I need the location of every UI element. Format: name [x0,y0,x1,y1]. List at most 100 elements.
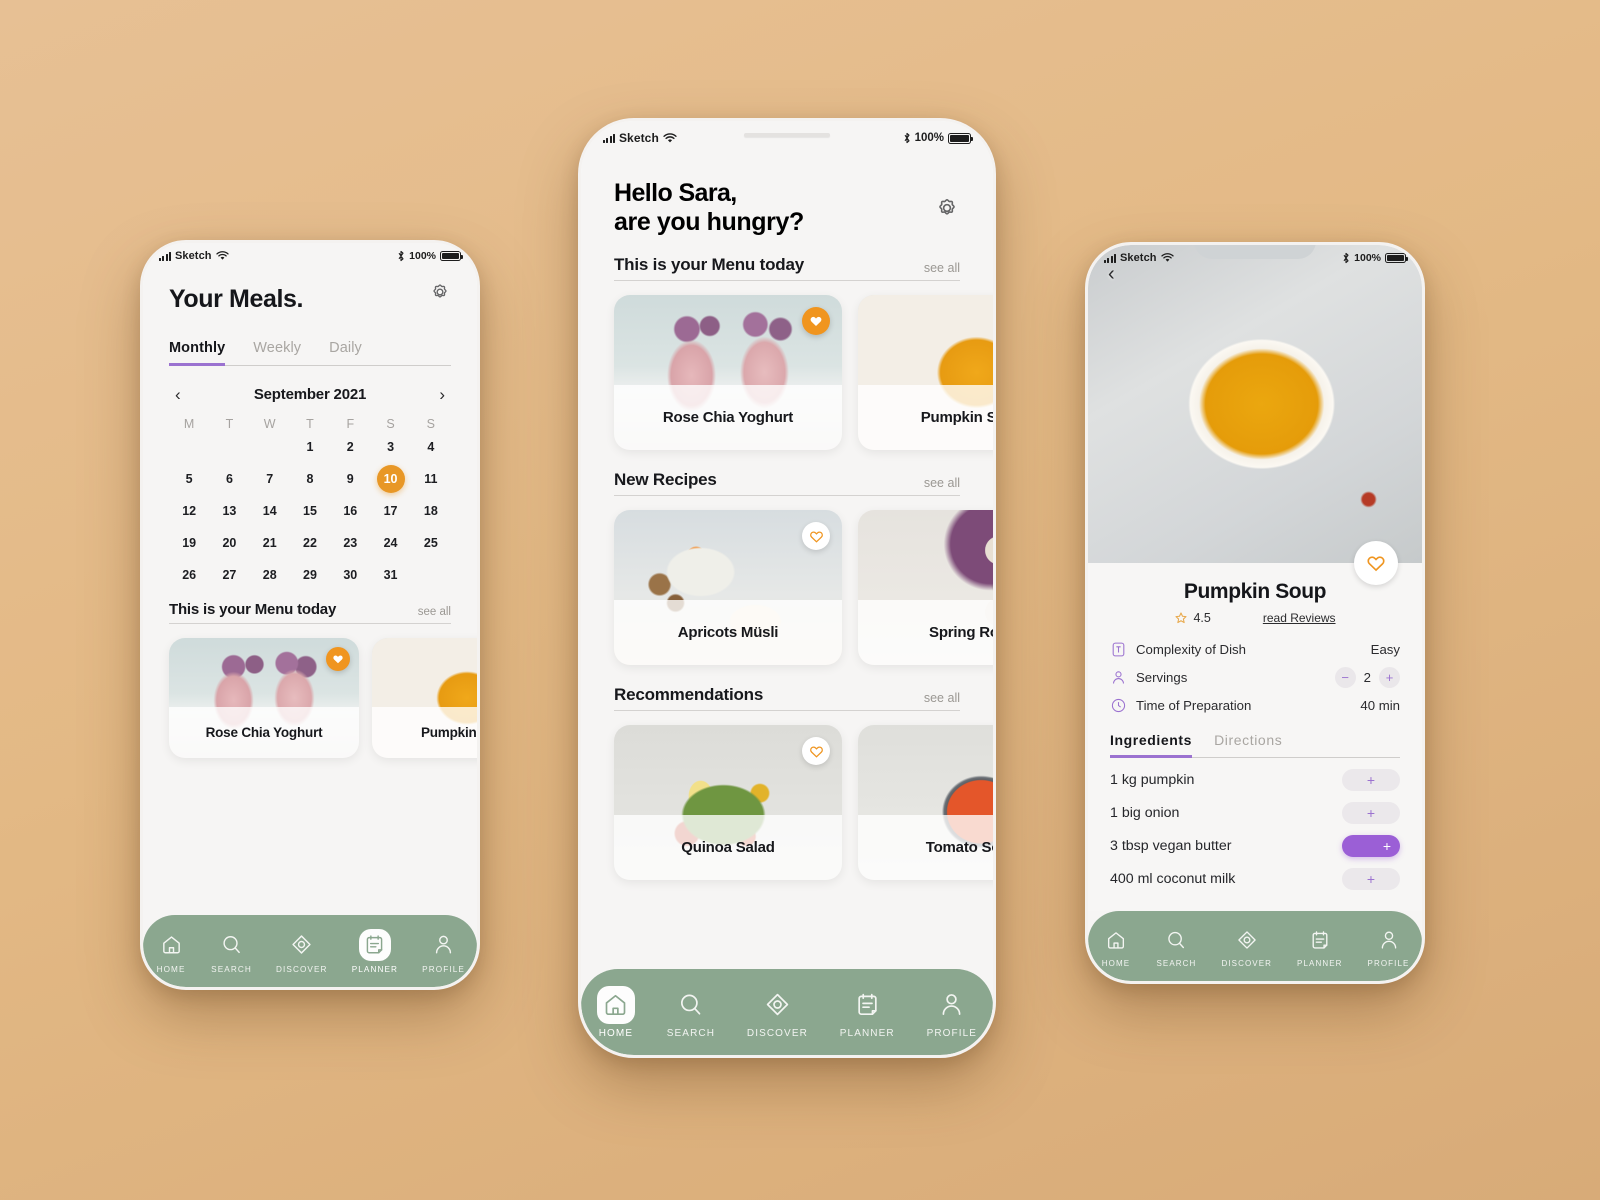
tab-monthly[interactable]: Monthly [169,340,226,366]
calendar-day[interactable]: 15 [290,495,330,527]
calendar-day[interactable]: 16 [330,495,370,527]
recipe-card[interactable]: Apricots Müsli [614,510,842,665]
calendar-day[interactable]: 13 [209,495,249,527]
nav-item-profile[interactable]: PROFILE [422,929,465,974]
tab-directions[interactable]: Directions [1214,732,1282,757]
calendar-day[interactable]: 6 [209,463,249,495]
phone1-recipe-cards[interactable]: Rose Chia Yoghurt Pumpkin Soup [169,637,477,758]
calendar-day[interactable]: 27 [209,559,249,591]
tab-ingredients[interactable]: Ingredients [1110,732,1193,758]
calendar-day[interactable]: 18 [411,495,451,527]
nav-item-planner[interactable]: PLANNER [1297,924,1343,968]
calendar-day[interactable]: 14 [250,495,290,527]
favorite-heart-icon[interactable] [802,737,830,765]
see-all-link[interactable]: see all [418,606,451,618]
recipe-card[interactable]: Spring Rolls [858,510,993,665]
recipe-card[interactable]: Pumpkin Soup [858,295,993,450]
gear-icon[interactable] [934,195,960,221]
calendar-day[interactable]: 24 [370,527,410,559]
ingredients-list: 1 kg pumpkin +1 big onion +3 tbsp vegan bu… [1110,764,1400,896]
calendar-day[interactable]: 21 [250,527,290,559]
calendar-day[interactable]: 8 [290,463,330,495]
nav-item-planner[interactable]: PLANNER [352,928,398,974]
recipe-card-row[interactable]: Apricots Müsli Spring Rolls [614,510,993,665]
recipe-card[interactable]: Pumpkin Soup [372,637,477,758]
nav-item-search[interactable]: SEARCH [1157,924,1197,968]
favorite-heart-icon[interactable] [802,522,830,550]
meta-row-time: Time of Preparation 40 min [1110,697,1400,714]
recipe-card[interactable]: Tomato Soup [858,725,993,880]
nav-item-search[interactable]: SEARCH [667,986,715,1039]
servings-decrement-button[interactable]: − [1334,667,1356,688]
tab-daily[interactable]: Daily [329,340,362,365]
bottom-navigation[interactable]: HOME SEARCH DISCOVER PLANNER PROFILE [143,915,477,987]
nav-item-profile[interactable]: PROFILE [927,986,978,1039]
favorite-heart-icon[interactable] [1354,541,1398,585]
nav-item-planner[interactable]: PLANNER [840,986,895,1039]
favorite-heart-icon[interactable] [802,307,830,335]
recipe-detail-tabs[interactable]: Ingredients Directions [1110,732,1400,758]
calendar-day-number: 17 [383,503,398,518]
calendar-day[interactable]: 17 [370,495,410,527]
calendar-day[interactable]: 20 [209,527,249,559]
recipe-card-row[interactable]: Quinoa Salad Tomato Soup [614,725,993,880]
see-all-link[interactable]: see all [924,476,960,490]
see-all-link[interactable]: see all [924,691,960,705]
section-title: This is your Menu today [169,600,337,618]
battery-icon [948,132,974,144]
calendar-day[interactable]: 9 [330,463,370,495]
calendar-day[interactable]: 5 [169,463,209,495]
nav-item-discover[interactable]: DISCOVER [1221,924,1272,968]
calendar-day[interactable]: 11 [411,463,451,495]
calendar-day[interactable]: 22 [290,527,330,559]
nav-item-home[interactable]: HOME [155,929,187,974]
servings-stepper[interactable]: − 2 + [1334,667,1400,688]
phone2-content: Hello Sara, are you hungry? This is your… [581,155,993,969]
favorite-heart-icon[interactable] [326,646,350,671]
calendar-day[interactable]: 23 [330,527,370,559]
calendar-day[interactable]: 12 [169,495,209,527]
calendar-day[interactable]: 4 [411,431,451,463]
calendar-day[interactable]: 31 [370,559,410,591]
servings-increment-button[interactable]: + [1379,667,1400,688]
ingredient-add-button[interactable]: + [1342,802,1400,824]
calendar-day-number: 11 [424,471,438,486]
ingredient-add-button[interactable]: + [1342,868,1400,890]
chevron-right-icon[interactable]: › [439,386,445,403]
nav-item-discover[interactable]: DISCOVER [747,986,808,1039]
calendar-days[interactable]: 1 2 3 4 5 6 7 8 9 10 11 12 13 14 15 16 17 18 19 20 21 22 23 24 2… [169,431,451,591]
bottom-navigation[interactable]: HOME SEARCH DISCOVER PLANNER PROFILE [581,969,993,1055]
chevron-left-icon[interactable]: ‹ [175,386,181,403]
recipe-card-row[interactable]: Rose Chia Yoghurt Pumpkin Soup [614,295,993,450]
calendar-day[interactable]: 29 [290,559,330,591]
calendar-day[interactable]: 19 [169,527,209,559]
see-all-link[interactable]: see all [924,261,960,275]
calendar-day-selected[interactable]: 10 [370,463,410,495]
nav-item-home[interactable]: HOME [596,985,635,1039]
nav-item-profile[interactable]: PROFILE [1368,924,1410,968]
nav-item-home[interactable]: HOME [1101,924,1132,968]
calendar-day-number: 21 [262,535,277,550]
greeting: Hello Sara, are you hungry? [614,179,804,237]
section-header: New Recipes see all [614,470,960,496]
calendar-day[interactable]: 1 [290,431,330,463]
calendar-day[interactable]: 28 [250,559,290,591]
calendar-day[interactable]: 25 [411,527,451,559]
ingredient-add-button[interactable]: + [1342,769,1400,791]
calendar-day[interactable]: 30 [330,559,370,591]
recipe-card[interactable]: Quinoa Salad [614,725,842,880]
tab-weekly[interactable]: Weekly [253,340,301,365]
planner-view-tabs[interactable]: Monthly Weekly Daily [169,340,451,366]
recipe-card[interactable]: Rose Chia Yoghurt [614,295,842,450]
gear-icon[interactable] [429,281,451,303]
nav-item-discover[interactable]: DISCOVER [276,929,328,974]
calendar-day[interactable]: 3 [370,431,410,463]
read-reviews-link[interactable]: read Reviews [1263,611,1336,625]
recipe-card[interactable]: Rose Chia Yoghurt [169,637,359,758]
calendar-day[interactable]: 26 [169,559,209,591]
bottom-navigation[interactable]: HOME SEARCH DISCOVER PLANNER PROFILE [1088,911,1422,981]
ingredient-add-button[interactable]: + [1342,835,1400,857]
calendar-day[interactable]: 7 [250,463,290,495]
calendar-day[interactable]: 2 [330,431,370,463]
nav-item-search[interactable]: SEARCH [211,929,252,974]
